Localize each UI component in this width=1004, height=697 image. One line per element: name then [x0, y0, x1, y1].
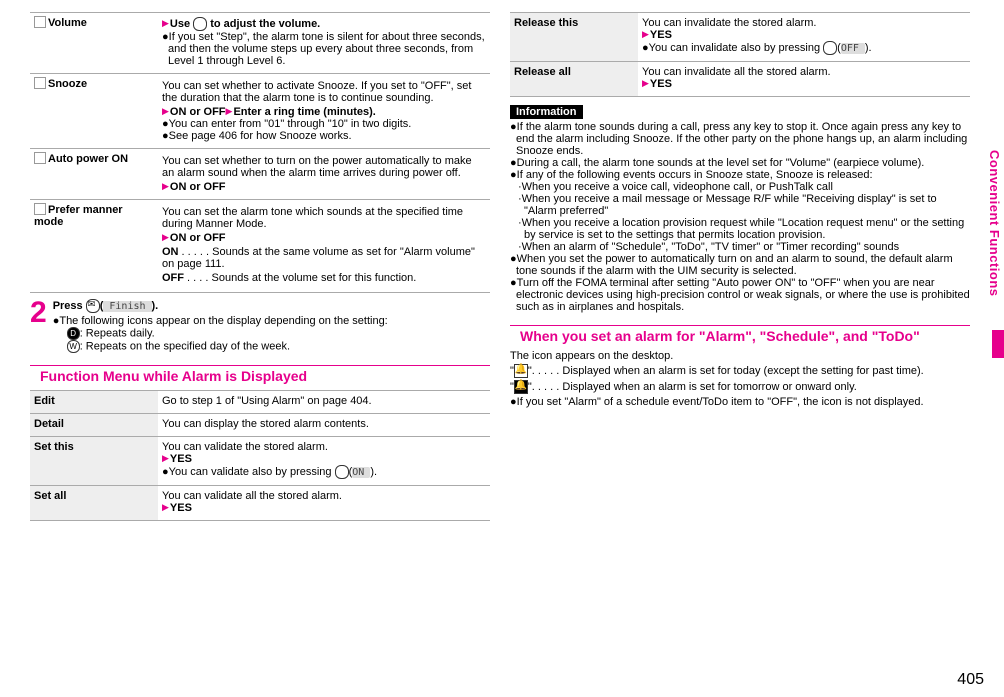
soft-key-label: OFF [841, 43, 865, 54]
soft-key-label: ON [352, 467, 370, 478]
center-key-icon [335, 465, 349, 479]
step-number: 2 [30, 299, 47, 327]
paren-close: ). [370, 466, 377, 478]
row-text: Use [170, 18, 193, 30]
function-menu-header: Function Menu while Alarm is Displayed [30, 365, 490, 384]
info-bullet: If the alarm tone sounds during a call, … [516, 121, 967, 157]
section-title: Function Menu while Alarm is Displayed [30, 368, 490, 384]
row-label: Detail [34, 418, 64, 430]
step-tail: ). [152, 300, 159, 312]
table-row: Edit Go to step 1 of "Using Alarm" on pa… [30, 391, 490, 414]
repeat-weekly-icon: W [67, 340, 80, 353]
repeat-daily-icon: D [67, 327, 80, 340]
row-text: OFF [162, 272, 184, 284]
row-tail: . . . . . Sounds at the same volume as s… [162, 246, 475, 270]
table-row: Detail You can display the stored alarm … [30, 414, 490, 437]
nav-key-icon [193, 17, 207, 31]
row-text: Go to step 1 of "Using Alarm" on page 40… [162, 395, 372, 407]
row-label: Prefer manner mode [34, 204, 123, 228]
step-2: 2 Press (Finish). ●The following icons a… [30, 299, 490, 353]
settings-table-left: Volume ▶Use to adjust the volume. ●If yo… [30, 12, 490, 293]
row-text: ON [162, 246, 179, 258]
info-subbullet: When you receive a location provision re… [522, 217, 965, 241]
row-text: YES [650, 78, 672, 90]
icon-desc-w: : Repeats on the specified day of the we… [80, 340, 290, 352]
row-label: Set all [34, 490, 66, 502]
row-text2: Enter a ring time (minutes). [233, 106, 375, 118]
checkbox-icon [34, 77, 46, 89]
soft-key-label: Finish [103, 301, 151, 312]
row-text: YES [170, 502, 192, 514]
table-row: Prefer manner mode You can set the alarm… [30, 200, 490, 293]
left-column: Volume ▶Use to adjust the volume. ●If yo… [30, 12, 490, 521]
paren-close: ). [865, 42, 872, 54]
row-text: You can display the stored alarm content… [162, 418, 369, 430]
row-text: You can invalidate the stored alarm. [642, 17, 816, 29]
center-key-icon [823, 41, 837, 55]
row-text: You can validate all the stored alarm. [162, 490, 342, 502]
row-label: Edit [34, 395, 55, 407]
when-set-header: When you set an alarm for "Alarm", "Sche… [510, 325, 970, 344]
info-subbullet: When you receive a mail message or Messa… [522, 193, 937, 217]
side-tab-marker [992, 330, 1004, 358]
info-subbullet: When an alarm of "Schedule", "ToDo", "TV… [522, 241, 899, 253]
table-row: Auto power ON You can set whether to tur… [30, 149, 490, 200]
section-title: When you set an alarm for "Alarm", "Sche… [510, 328, 970, 344]
row-text: If you set "Step", the alarm tone is sil… [168, 31, 485, 67]
info-bullet: When you set the power to automatically … [516, 253, 953, 277]
function-menu-table: Edit Go to step 1 of "Using Alarm" on pa… [30, 390, 490, 521]
row-label: Set this [34, 441, 74, 453]
row-text: You can enter from "01" through "10" in … [169, 118, 412, 130]
row-text: ON or OFF [170, 106, 226, 118]
row-text: You can set whether to turn on the power… [162, 155, 472, 179]
when-set-bullet: If you set "Alarm" of a schedule event/T… [517, 396, 924, 408]
info-bullet: During a call, the alarm tone sounds at … [517, 157, 925, 169]
row-text: ON or OFF [170, 232, 226, 244]
mail-key-icon [86, 299, 100, 313]
row-label: Release this [514, 17, 578, 29]
info-bullet: If any of the following events occurs in… [517, 169, 873, 181]
step-lead: Press [53, 300, 86, 312]
right-column: Release this You can invalidate the stor… [510, 12, 970, 521]
row-text: YES [170, 453, 192, 465]
checkbox-icon [34, 152, 46, 164]
row-text: See page 406 for how Snooze works. [169, 130, 352, 142]
row-text: You can set whether to activate Snooze. … [162, 80, 471, 104]
row-label: Volume [48, 17, 87, 29]
info-subbullet: When you receive a voice call, videophon… [522, 181, 833, 193]
row-text: YES [650, 29, 672, 41]
information-label: Information [510, 105, 583, 119]
side-tab: Convenient Functions [982, 150, 1004, 410]
row-label: Snooze [48, 78, 87, 90]
when-set-line: The icon appears on the desktop. [510, 350, 673, 362]
icon-desc-d: : Repeats daily. [80, 327, 155, 339]
row-text: ON or OFF [170, 181, 226, 193]
table-row: Release all You can invalidate all the s… [510, 62, 970, 97]
table-row: Snooze You can set whether to activate S… [30, 74, 490, 149]
row-label: Auto power ON [48, 153, 128, 165]
table-row: Release this You can invalidate the stor… [510, 13, 970, 62]
function-menu-table-right: Release this You can invalidate the stor… [510, 12, 970, 97]
row-tail: . . . . Sounds at the volume set for thi… [184, 272, 416, 284]
row-text: You can validate also by pressing [169, 466, 335, 478]
row-text: You can set the alarm tone which sounds … [162, 206, 463, 230]
checkbox-icon [34, 16, 46, 28]
side-tab-label: Convenient Functions [987, 150, 1002, 320]
page-number: 405 [957, 671, 984, 689]
row-text: You can invalidate also by pressing [649, 42, 824, 54]
table-row: Set this You can validate the stored ala… [30, 437, 490, 486]
step-note: The following icons appear on the displa… [59, 315, 387, 327]
row-label: Release all [514, 66, 571, 78]
checkbox-icon [34, 203, 46, 215]
row-tail: to adjust the volume. [207, 18, 320, 30]
alarm-future-icon [514, 380, 528, 394]
table-row: Set all You can validate all the stored … [30, 486, 490, 521]
row-text: You can invalidate all the stored alarm. [642, 66, 831, 78]
row-text: You can validate the stored alarm. [162, 441, 328, 453]
table-row: Volume ▶Use to adjust the volume. ●If yo… [30, 13, 490, 74]
alarm-today-icon [514, 364, 528, 378]
info-bullet: Turn off the FOMA terminal after setting… [516, 277, 970, 313]
